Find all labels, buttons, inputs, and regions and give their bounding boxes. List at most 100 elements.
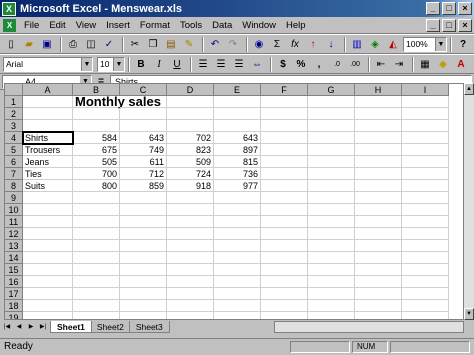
next-sheet-icon[interactable]: ▶ — [26, 322, 36, 333]
cell-g14[interactable] — [308, 252, 355, 264]
row-header-10[interactable]: 10 — [5, 204, 23, 216]
cell-c13[interactable] — [120, 240, 167, 252]
spelling-icon[interactable]: ✓ — [101, 36, 117, 52]
comma-style-icon[interactable]: , — [311, 56, 327, 72]
menu-view[interactable]: View — [71, 20, 101, 31]
cell-h19[interactable] — [355, 312, 402, 319]
cell-b14[interactable] — [73, 252, 120, 264]
cell-b3[interactable] — [73, 120, 120, 132]
increase-indent-icon[interactable]: ⇥ — [391, 56, 407, 72]
cell-g4[interactable] — [308, 132, 355, 144]
cell-h16[interactable] — [355, 276, 402, 288]
document-icon[interactable]: X — [3, 18, 16, 32]
open-icon[interactable]: ▰ — [21, 36, 37, 52]
cell-g6[interactable] — [308, 156, 355, 168]
align-left-icon[interactable]: ☰ — [195, 56, 211, 72]
cell-g12[interactable] — [308, 228, 355, 240]
scroll-up-icon[interactable]: ▲ — [464, 83, 474, 95]
cell-e16[interactable] — [214, 276, 261, 288]
fill-color-icon[interactable]: ◆ — [435, 56, 451, 72]
cell-c3[interactable] — [120, 120, 167, 132]
vertical-scrollbar[interactable]: ▲ ▼ — [464, 83, 474, 320]
cell-a17[interactable] — [23, 288, 73, 300]
item-label[interactable]: Jeans — [23, 156, 73, 168]
row-header-8[interactable]: 8 — [5, 180, 23, 192]
cell-h5[interactable] — [355, 144, 402, 156]
cell-b15[interactable] — [73, 264, 120, 276]
doc-restore-button[interactable]: □ — [442, 19, 456, 32]
cell-h1[interactable] — [355, 96, 402, 108]
cell-h11[interactable] — [355, 216, 402, 228]
sort-descending-icon[interactable]: ↓ — [323, 36, 339, 52]
cell-h4[interactable] — [355, 132, 402, 144]
item-label[interactable]: Trousers — [23, 144, 73, 156]
font-color-icon[interactable]: A — [453, 56, 469, 72]
cell-c15[interactable] — [120, 264, 167, 276]
cell-e9[interactable] — [214, 192, 261, 204]
cell-d16[interactable] — [167, 276, 214, 288]
zoom-select[interactable]: 100% ▼ — [403, 36, 447, 52]
cell-h14[interactable] — [355, 252, 402, 264]
cell-i16[interactable] — [402, 276, 449, 288]
cell-i6[interactable] — [402, 156, 449, 168]
cell-i18[interactable] — [402, 300, 449, 312]
cell-i19[interactable] — [402, 312, 449, 319]
align-center-icon[interactable]: ☰ — [213, 56, 229, 72]
row-header-14[interactable]: 14 — [5, 252, 23, 264]
cell-a13[interactable] — [23, 240, 73, 252]
cell-c17[interactable] — [120, 288, 167, 300]
chart-wizard-icon[interactable]: ▥ — [349, 36, 365, 52]
merge-center-icon[interactable]: ⇔ — [249, 56, 265, 72]
cell-a19[interactable] — [23, 312, 73, 319]
cell-f9[interactable] — [261, 192, 308, 204]
cell-g13[interactable] — [308, 240, 355, 252]
sheet-tab-2[interactable]: Sheet2 — [89, 321, 131, 333]
row-header-7[interactable]: 7 — [5, 168, 23, 180]
paste-icon[interactable]: ▤ — [163, 36, 179, 52]
excel-app-icon[interactable]: X — [2, 1, 16, 16]
cell-h3[interactable] — [355, 120, 402, 132]
prev-sheet-icon[interactable]: ◀ — [14, 322, 24, 333]
last-sheet-icon[interactable]: ▶| — [38, 322, 48, 333]
cell-e12[interactable] — [214, 228, 261, 240]
sales-value[interactable]: 505 — [73, 156, 120, 168]
cell-f7[interactable] — [261, 168, 308, 180]
sales-value[interactable]: 815 — [214, 156, 261, 168]
cell-d17[interactable] — [167, 288, 214, 300]
format-painter-icon[interactable]: ✎ — [181, 36, 197, 52]
cell-c12[interactable] — [120, 228, 167, 240]
cell-f12[interactable] — [261, 228, 308, 240]
cell-f1[interactable] — [261, 96, 308, 108]
cell-d14[interactable] — [167, 252, 214, 264]
row-header-1[interactable]: 1 — [5, 96, 23, 108]
save-icon[interactable]: ▣ — [39, 36, 55, 52]
cell-d10[interactable] — [167, 204, 214, 216]
item-label[interactable]: Ties — [23, 168, 73, 180]
cell-f13[interactable] — [261, 240, 308, 252]
sales-value[interactable]: 675 — [73, 144, 120, 156]
cell-e17[interactable] — [214, 288, 261, 300]
column-header-f[interactable]: F — [261, 84, 308, 96]
cell-a1[interactable] — [23, 96, 73, 108]
cell-i8[interactable] — [402, 180, 449, 192]
italic-button[interactable]: I — [151, 56, 167, 72]
sales-value[interactable]: 897 — [214, 144, 261, 156]
cell-f10[interactable] — [261, 204, 308, 216]
cell-e13[interactable] — [214, 240, 261, 252]
cell-e11[interactable] — [214, 216, 261, 228]
cell-a2[interactable] — [23, 108, 73, 120]
cell-f16[interactable] — [261, 276, 308, 288]
cell-b9[interactable] — [73, 192, 120, 204]
cell-a15[interactable] — [23, 264, 73, 276]
column-header-g[interactable]: G — [308, 84, 355, 96]
cell-g15[interactable] — [308, 264, 355, 276]
sort-ascending-icon[interactable]: ↑ — [305, 36, 321, 52]
row-header-16[interactable]: 16 — [5, 276, 23, 288]
cell-f3[interactable] — [261, 120, 308, 132]
cell-g9[interactable] — [308, 192, 355, 204]
sales-value[interactable]: 611 — [120, 156, 167, 168]
chevron-down-icon[interactable]: ▼ — [113, 57, 124, 71]
cell-e15[interactable] — [214, 264, 261, 276]
close-button[interactable]: × — [458, 2, 472, 15]
sales-value[interactable]: 643 — [214, 132, 261, 144]
